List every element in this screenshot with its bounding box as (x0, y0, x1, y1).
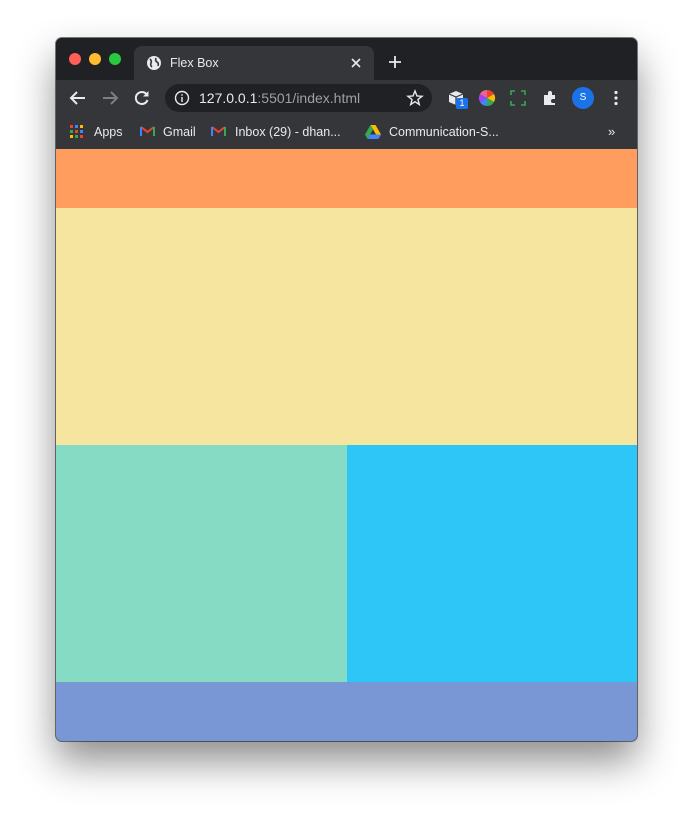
google-drive-icon (365, 125, 381, 139)
bookmark-inbox[interactable]: Inbox (29) - dhan... (211, 124, 351, 140)
back-arrow-icon[interactable] (68, 88, 88, 108)
profile-avatar[interactable]: S (572, 87, 594, 109)
forward-arrow-icon[interactable] (100, 88, 120, 108)
extensions-puzzle-icon[interactable] (540, 88, 560, 108)
header-block (56, 149, 637, 208)
bookmarks-overflow-button[interactable]: » (608, 124, 615, 140)
maximize-window-button[interactable] (109, 53, 121, 65)
browser-window: Flex Box 127.0.0.1:5501/index.html 1 S A… (56, 38, 637, 741)
close-tab-icon[interactable] (348, 55, 364, 71)
page-viewport (56, 149, 637, 741)
gmail-icon (140, 126, 155, 136)
reload-icon[interactable] (132, 88, 152, 108)
bookmarks-bar: Apps Gmail Inbox (29) - dhan... Communic… (56, 116, 637, 150)
url-text: 127.0.0.1:5501/index.html (199, 90, 360, 106)
right-block (347, 445, 637, 682)
bookmark-communication[interactable]: Communication-S... (365, 124, 505, 140)
url-path: :5501/index.html (257, 90, 361, 106)
tab-flex-box[interactable]: Flex Box (134, 46, 374, 80)
tab-title: Flex Box (170, 56, 219, 70)
site-info-icon[interactable] (174, 90, 190, 106)
bookmark-star-icon[interactable] (406, 89, 424, 107)
main-block (56, 208, 637, 445)
bookmark-label: Apps (94, 125, 123, 139)
new-tab-icon[interactable] (387, 54, 403, 70)
url-host: 127.0.0.1 (199, 90, 258, 106)
bookmark-label: Inbox (29) - dhan... (235, 125, 341, 139)
bookmark-label: Gmail (163, 125, 196, 139)
apps-grid-icon (70, 125, 83, 138)
menu-kebab-icon[interactable] (606, 88, 626, 108)
color-picker-extension-icon[interactable] (477, 88, 497, 108)
extension-badge: 1 (456, 98, 468, 109)
toolbar: 127.0.0.1:5501/index.html 1 S (56, 80, 637, 116)
minimize-window-button[interactable] (89, 53, 101, 65)
address-bar[interactable]: 127.0.0.1:5501/index.html (165, 84, 432, 112)
close-window-button[interactable] (69, 53, 81, 65)
screenshot-extension-icon[interactable] (508, 88, 528, 108)
bookmark-gmail[interactable]: Gmail (140, 124, 200, 140)
left-block (56, 445, 347, 682)
gmail-icon (211, 126, 226, 136)
bookmark-apps[interactable]: Apps (70, 124, 130, 140)
tab-strip: Flex Box (56, 38, 637, 80)
footer-block (56, 682, 637, 741)
globe-icon (147, 56, 161, 70)
bookmark-label: Communication-S... (389, 125, 499, 139)
